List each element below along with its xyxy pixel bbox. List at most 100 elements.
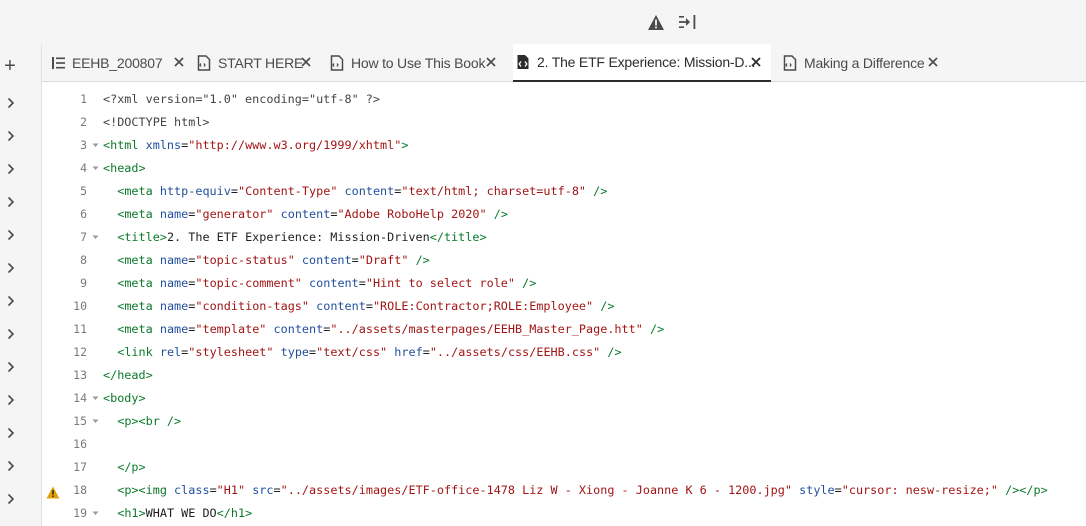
code-line[interactable]: 13 </head>: [43, 364, 1086, 387]
code-text[interactable]: <meta name="generator" content="Adobe Ro…: [103, 203, 508, 226]
chevron-right-icon[interactable]: [0, 191, 22, 213]
indent-right-icon[interactable]: [676, 11, 698, 33]
code-token: style: [799, 483, 835, 497]
code-token: /></p>: [998, 483, 1048, 497]
close-icon[interactable]: [749, 55, 763, 69]
code-token: "condition-tags": [195, 299, 310, 313]
topic-icon: [329, 55, 345, 71]
tab-start-here[interactable]: START HERE: [196, 44, 318, 82]
code-line[interactable]: 17 </p>: [43, 456, 1086, 479]
code-token: <meta: [117, 184, 160, 198]
warning-triangle-icon[interactable]: [645, 11, 667, 33]
fold-toggle-icon[interactable]: [92, 418, 99, 425]
code-text[interactable]: <!DOCTYPE html>: [103, 111, 210, 134]
chevron-right-icon[interactable]: [0, 356, 22, 378]
code-line[interactable]: 6 <meta name="generator" content="Adobe …: [43, 203, 1086, 226]
line-number: 5: [80, 184, 87, 198]
code-token: <p><img: [117, 483, 175, 497]
code-text[interactable]: <meta name="condition-tags" content="ROL…: [103, 295, 614, 318]
chevron-right-icon[interactable]: [0, 257, 22, 279]
fold-toggle-icon[interactable]: [92, 165, 99, 172]
chevron-right-icon[interactable]: [0, 323, 22, 345]
code-line[interactable]: 5 <meta http-equiv="Content-Type" conten…: [43, 180, 1086, 203]
code-token: "topic-comment": [195, 276, 302, 290]
line-number: 19: [73, 506, 87, 520]
code-text[interactable]: <html xmlns="http://www.w3.org/1999/xhtm…: [103, 134, 408, 157]
code-line[interactable]: 19 <h1>WHAT WE DO</h1>: [43, 502, 1086, 525]
code-text[interactable]: <body>: [103, 387, 146, 410]
code-text[interactable]: <p><br />: [103, 410, 181, 433]
source-code-editor[interactable]: 1 <?xml version="1.0" encoding="utf-8" ?>…: [43, 83, 1086, 526]
chevron-right-icon[interactable]: [0, 92, 22, 114]
code-line[interactable]: 12 <link rel="stylesheet" type="text/css…: [43, 341, 1086, 364]
code-token: </title>: [429, 230, 487, 244]
code-text[interactable]: <meta http-equiv="Content-Type" content=…: [103, 180, 607, 203]
code-line[interactable]: 16: [43, 433, 1086, 456]
chevron-right-icon[interactable]: [0, 389, 22, 411]
code-text[interactable]: <p><img class="H1" src="../assets/images…: [103, 479, 1048, 502]
code-token: "text/html; charset=utf-8": [401, 184, 587, 198]
close-icon[interactable]: [926, 55, 940, 69]
close-icon[interactable]: [172, 55, 186, 69]
code-text[interactable]: <meta name="template" content="../assets…: [103, 318, 664, 341]
tab-label: EEHB_200807: [72, 55, 163, 71]
code-line[interactable]: 15 <p><br />: [43, 410, 1086, 433]
fold-toggle-icon[interactable]: [92, 510, 99, 517]
fold-toggle-icon[interactable]: [92, 142, 99, 149]
code-line[interactable]: 4 <head>: [43, 157, 1086, 180]
code-line[interactable]: 18 <p><img class="H1" src="../assets/ima…: [43, 479, 1086, 502]
line-number: 13: [73, 368, 87, 382]
code-line[interactable]: 2 <!DOCTYPE html>: [43, 111, 1086, 134]
code-token: "Adobe RoboHelp 2020": [337, 207, 487, 221]
code-line[interactable]: 11 <meta name="template" content="../ass…: [43, 318, 1086, 341]
code-line[interactable]: 1 <?xml version="1.0" encoding="utf-8" ?>: [43, 88, 1086, 111]
code-line[interactable]: 10 <meta name="condition-tags" content="…: [43, 295, 1086, 318]
code-line[interactable]: 14 <body>: [43, 387, 1086, 410]
plus-icon[interactable]: +: [0, 55, 20, 79]
code-line[interactable]: 7 <title>2. The ETF Experience: Mission-…: [43, 226, 1086, 249]
code-token: WHAT WE DO: [145, 506, 217, 520]
chevron-right-icon[interactable]: [0, 455, 22, 477]
code-text[interactable]: </p>: [103, 456, 145, 479]
code-line[interactable]: 9 <meta name="topic-comment" content="Hi…: [43, 272, 1086, 295]
tab-etf-experience[interactable]: 2. The ETF Experience: Mission-D...: [513, 44, 771, 82]
chevron-right-icon[interactable]: [0, 422, 22, 444]
close-icon[interactable]: [299, 55, 313, 69]
chevron-right-icon[interactable]: [0, 290, 22, 312]
tab-how-to-use-this-book[interactable]: How to Use This Book: [329, 44, 499, 82]
code-text[interactable]: <meta name="topic-comment" content="Hint…: [103, 272, 536, 295]
code-text[interactable]: <h1>WHAT WE DO</h1>: [103, 502, 252, 525]
close-icon[interactable]: [484, 55, 498, 69]
code-token: "generator": [195, 207, 274, 221]
tab-eehb-200807[interactable]: EEHB_200807: [50, 44, 187, 82]
code-line[interactable]: 8 <meta name="topic-status" content="Dra…: [43, 249, 1086, 272]
chevron-right-icon[interactable]: [0, 224, 22, 246]
code-text[interactable]: <meta name="topic-status" content="Draft…: [103, 249, 430, 272]
code-text[interactable]: <title>2. The ETF Experience: Mission-Dr…: [103, 226, 487, 249]
code-token: "../assets/css/EEHB.css": [429, 345, 601, 359]
code-text[interactable]: <link rel="stylesheet" type="text/css" h…: [103, 341, 621, 364]
fold-toggle-icon[interactable]: [92, 395, 99, 402]
code-token: <meta: [117, 253, 160, 267]
fold-toggle-icon[interactable]: [92, 234, 99, 241]
line-number: 7: [80, 230, 87, 244]
tab-making-a-difference[interactable]: Making a Difference: [782, 44, 942, 82]
chevron-right-icon[interactable]: [0, 488, 22, 510]
chevron-right-icon[interactable]: [0, 125, 22, 147]
top-toolbar: [0, 0, 1086, 44]
code-token: "../assets/images/ETF-office-1478 Liz W …: [280, 483, 792, 497]
code-line[interactable]: 3 <html xmlns="http://www.w3.org/1999/xht…: [43, 134, 1086, 157]
code-token: =: [834, 483, 842, 497]
code-token: </h1>: [216, 506, 253, 520]
code-text[interactable]: </head>: [103, 364, 153, 387]
code-text[interactable]: <?xml version="1.0" encoding="utf-8" ?>: [103, 88, 380, 111]
code-text[interactable]: <head>: [103, 157, 146, 180]
chevron-right-icon[interactable]: [0, 158, 22, 180]
topic-icon: [782, 55, 798, 71]
